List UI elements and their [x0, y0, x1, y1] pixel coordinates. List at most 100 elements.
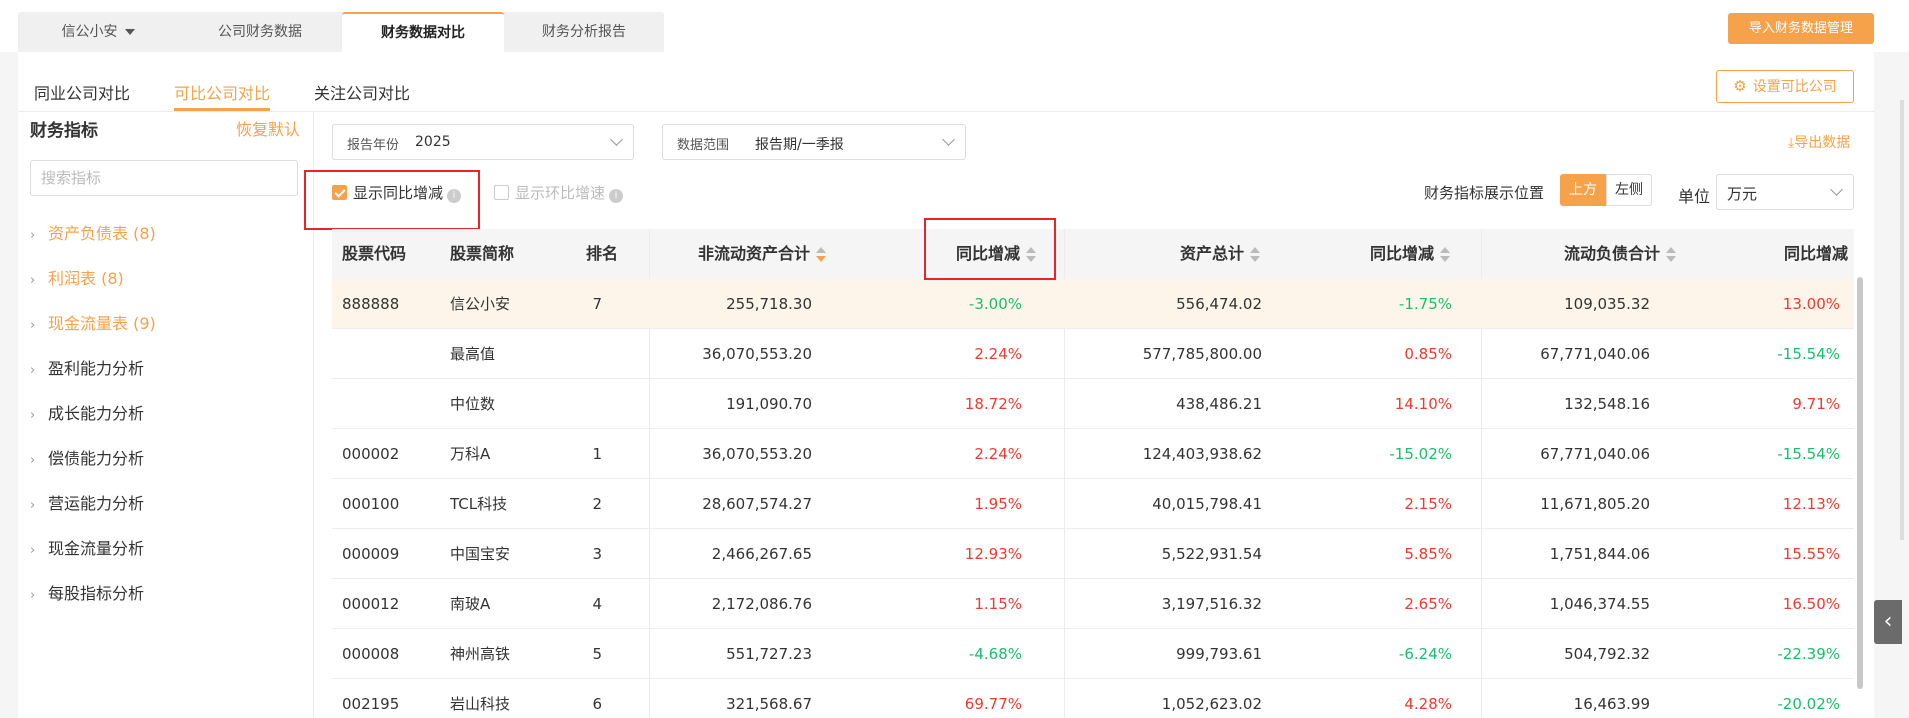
table-row[interactable]: 000100 TCL科技 2 28,607,574.27 1.95% 40,015,798… — [332, 479, 1854, 529]
tab-company-financials[interactable]: 公司财务数据 — [178, 12, 342, 52]
sort-icon — [1440, 246, 1451, 263]
indicator-search-input[interactable] — [30, 160, 298, 196]
cell-ta-yoy: 14.10% — [1394, 395, 1452, 413]
cell-rank: 3 — [592, 545, 602, 563]
tab-financial-report[interactable]: 财务分析报告 — [504, 12, 664, 52]
cell-rank: 5 — [592, 645, 602, 663]
sidebar-item-solvency[interactable]: › 偿债能力分析 — [30, 445, 144, 469]
chevron-down-icon — [1830, 183, 1843, 196]
table-row[interactable]: 000002 万科A 1 36,070,553.20 2.24% 124,403,938.… — [332, 429, 1854, 479]
cell-cl-yoy: 15.55% — [1782, 545, 1840, 563]
sidebar-item-income-statement[interactable]: › 利润表 (8) — [30, 265, 124, 289]
cell-rank — [562, 329, 602, 379]
cell-cl: 1,046,374.55 — [1549, 595, 1650, 613]
cell-rank — [562, 379, 602, 429]
cell-nca-yoy: 69.77% — [964, 695, 1022, 713]
cell-nca: 255,718.30 — [726, 295, 812, 313]
cell-nca: 321,568.67 — [726, 695, 812, 713]
export-data-button[interactable]: ⤓导出数据 — [1788, 132, 1850, 152]
sidebar-item-label: 现金流量分析 — [48, 539, 145, 558]
cell-ta-yoy: 5.85% — [1404, 545, 1452, 563]
chevron-right-icon: › — [30, 498, 36, 513]
header-rank: 排名 — [586, 244, 619, 263]
header-label: 非流动资产合计 — [698, 244, 811, 263]
cell-code: 000002 — [342, 445, 400, 463]
data-range-label: 数据范围 — [677, 138, 730, 153]
data-range-select[interactable]: 数据范围 报告期/一季报 — [662, 124, 966, 160]
cell-code: 000008 — [342, 645, 400, 663]
cell-code — [342, 379, 432, 429]
cell-rank: 6 — [592, 695, 602, 713]
cell-nca: 191,090.70 — [726, 395, 812, 413]
chevron-left-icon[interactable]: ‹ — [1874, 600, 1902, 644]
cell-rank: 2 — [592, 495, 602, 513]
chevron-right-icon: › — [30, 318, 36, 333]
cell-cl: 132,548.16 — [1564, 395, 1650, 413]
caret-down-icon — [124, 29, 135, 35]
table-row[interactable]: 002195 岩山科技 6 321,568.67 69.77% 1,052,623.02 4… — [332, 679, 1854, 718]
unit-value: 万元 — [1727, 185, 1758, 203]
header-total-assets[interactable]: 资产总计 — [1180, 229, 1261, 279]
cell-nca: 551,727.23 — [726, 645, 812, 663]
export-label: 导出数据 — [1794, 135, 1851, 151]
cell-name: 神州高铁 — [450, 645, 511, 663]
cell-nca-yoy: 2.24% — [974, 445, 1022, 463]
unit-select[interactable]: 万元 — [1716, 174, 1854, 210]
sidebar-item-per-share[interactable]: › 每股指标分析 — [30, 580, 144, 604]
header-noncurrent-assets[interactable]: 非流动资产合计 — [698, 229, 827, 279]
report-year-select[interactable]: 报告年份 2025 — [332, 124, 634, 160]
cell-ta: 124,403,938.62 — [1142, 445, 1262, 463]
cell-rank: 4 — [592, 595, 602, 613]
table-scrollbar[interactable] — [1857, 277, 1863, 689]
subtab-industry[interactable]: 同业公司对比 — [34, 80, 130, 112]
table-row[interactable]: 000008 神州高铁 5 551,727.23 -4.68% 999,793.61 -6.… — [332, 629, 1854, 679]
table-row[interactable]: 中位数 191,090.70 18.72% 438,486.21 14.10% 132,5… — [332, 379, 1854, 429]
set-comparable-button[interactable]: ⚙ 设置可比公司 — [1716, 70, 1854, 103]
show-yoy-checkbox[interactable]: 显示同比增减 i — [332, 182, 462, 203]
cell-cl: 11,671,805.20 — [1540, 495, 1650, 513]
cell-ta: 556,474.02 — [1176, 295, 1262, 313]
cell-name: 最高值 — [450, 345, 496, 363]
cell-ta: 40,015,798.41 — [1152, 495, 1262, 513]
cell-cl-yoy: -15.54% — [1777, 345, 1840, 363]
position-left-toggle[interactable]: 左侧 — [1606, 174, 1652, 206]
table-row[interactable]: 000012 南玻A 4 2,172,086.76 1.15% 3,197,516.32 2… — [332, 579, 1854, 629]
sort-icon — [816, 246, 827, 263]
cell-name: 中国宝安 — [450, 545, 511, 563]
cell-nca: 36,070,553.20 — [702, 345, 812, 363]
reset-default-link[interactable]: 恢复默认 — [236, 116, 300, 140]
info-icon: i — [447, 189, 462, 203]
header-ta-yoy[interactable]: 同比增减 — [1370, 229, 1451, 279]
tab-company-selector[interactable]: 信公小安 — [18, 12, 178, 52]
header-label: 流动负债合计 — [1564, 244, 1661, 263]
page-scrollbar[interactable] — [1900, 100, 1904, 540]
header-label: 资产总计 — [1180, 244, 1245, 263]
header-cl-yoy[interactable]: 同比增减 — [1784, 229, 1848, 279]
sidebar-item-growth[interactable]: › 成长能力分析 — [30, 400, 144, 424]
tab-financial-comparison[interactable]: 财务数据对比 — [342, 12, 504, 52]
show-qoq-checkbox[interactable]: 显示环比增速 i — [494, 182, 624, 203]
cell-ta: 1,052,623.02 — [1161, 695, 1262, 713]
header-stock-code: 股票代码 — [342, 244, 407, 263]
import-financial-data-button[interactable]: 导入财务数据管理 — [1728, 13, 1874, 44]
sidebar-item-cash-flow[interactable]: › 现金流量表 (9) — [30, 310, 156, 334]
sidebar-item-cashflow-analysis[interactable]: › 现金流量分析 — [30, 535, 144, 559]
table-row[interactable]: 888888 信公小安 7 255,718.30 -3.00% 556,474.02 -1.… — [332, 279, 1854, 329]
header-nca-yoy[interactable]: 同比增减 — [956, 229, 1037, 279]
sidebar-item-operation[interactable]: › 营运能力分析 — [30, 490, 144, 514]
header-current-liabilities[interactable]: 流动负债合计 — [1564, 229, 1677, 279]
header-label: 同比增减 — [1370, 244, 1435, 263]
cell-nca-yoy: -3.00% — [968, 295, 1022, 313]
sidebar-item-label: 偿债能力分析 — [48, 449, 145, 468]
sidebar-item-balance-sheet[interactable]: › 资产负债表 (8) — [30, 220, 156, 244]
subtab-watchlist[interactable]: 关注公司对比 — [314, 80, 410, 112]
sort-icon — [1250, 246, 1261, 263]
table-row[interactable]: 最高值 36,070,553.20 2.24% 577,785,800.00 0.85%… — [332, 329, 1854, 379]
table-row[interactable]: 000009 中国宝安 3 2,466,267.65 12.93% 5,522,931.5… — [332, 529, 1854, 579]
position-top-toggle[interactable]: 上方 — [1560, 174, 1606, 206]
cell-cl: 504,792.32 — [1564, 645, 1650, 663]
comparison-table: 股票代码 股票简称 排名 非流动资产合计 同比增减 资产总计 同比增减 流动负债… — [332, 229, 1854, 718]
sidebar-item-profitability[interactable]: › 盈利能力分析 — [30, 355, 144, 379]
cell-cl: 109,035.32 — [1564, 295, 1650, 313]
cell-ta-yoy: 4.28% — [1404, 695, 1452, 713]
